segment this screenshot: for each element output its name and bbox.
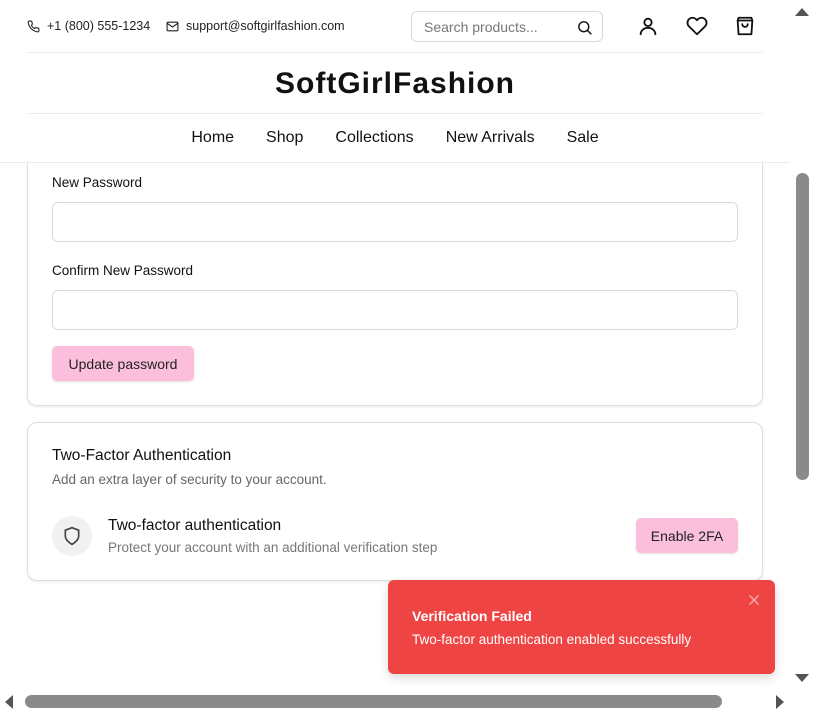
scroll-up-arrow-icon[interactable] [795, 8, 809, 16]
brand-logo[interactable]: SoftGirlFashion [27, 53, 763, 114]
phone-number: +1 (800) 555-1234 [47, 19, 151, 33]
close-icon[interactable] [747, 593, 761, 607]
two-factor-subtitle: Add an extra layer of security to your a… [52, 472, 327, 487]
toast-message: Two-factor authentication enabled succes… [412, 632, 692, 647]
horizontal-scrollbar-thumb[interactable] [25, 695, 722, 708]
heart-icon[interactable] [686, 15, 708, 37]
nav-item-home[interactable]: Home [191, 129, 234, 147]
enable-2fa-button[interactable]: Enable 2FA [636, 518, 738, 553]
phone-icon [27, 20, 40, 32]
shield-badge [52, 516, 92, 556]
two-factor-row-title: Two-factor authentication [108, 517, 282, 534]
new-password-field[interactable] [52, 202, 738, 242]
nav-item-collections[interactable]: Collections [335, 129, 413, 147]
two-factor-title: Two-Factor Authentication [52, 447, 232, 464]
update-password-button[interactable]: Update password [52, 346, 194, 381]
error-toast: Verification Failed Two-factor authentic… [388, 580, 775, 674]
mail-icon [166, 21, 179, 31]
search-box [411, 11, 603, 42]
email-address: support@softgirlfashion.com [186, 19, 345, 33]
scroll-left-arrow-icon[interactable] [5, 695, 13, 709]
search-input[interactable] [424, 18, 574, 35]
top-bar: +1 (800) 555-1234 support@softgirlfashio… [27, 0, 763, 53]
shield-icon [64, 526, 80, 546]
vertical-scrollbar-thumb[interactable] [796, 173, 809, 480]
scroll-down-arrow-icon[interactable] [795, 674, 809, 682]
email-contact[interactable]: support@softgirlfashion.com [166, 19, 345, 33]
main-nav: Home Shop Collections New Arrivals Sale [0, 114, 790, 162]
confirm-password-label: Confirm New Password [52, 263, 194, 278]
new-password-label: New Password [52, 175, 143, 190]
toast-title: Verification Failed [412, 608, 532, 624]
user-icon[interactable] [637, 15, 659, 37]
nav-item-shop[interactable]: Shop [266, 129, 303, 147]
nav-item-new-arrivals[interactable]: New Arrivals [446, 129, 535, 147]
phone-contact[interactable]: +1 (800) 555-1234 [27, 19, 150, 33]
two-factor-row-subtitle: Protect your account with an additional … [108, 540, 438, 555]
confirm-password-field[interactable] [52, 290, 738, 330]
shopping-bag-icon[interactable] [734, 15, 756, 37]
two-factor-card: Two-Factor Authentication Add an extra l… [27, 422, 763, 581]
search-icon[interactable] [576, 19, 593, 36]
site-header: +1 (800) 555-1234 support@softgirlfashio… [0, 0, 790, 163]
scroll-right-arrow-icon[interactable] [776, 695, 784, 709]
nav-item-sale[interactable]: Sale [567, 129, 599, 147]
